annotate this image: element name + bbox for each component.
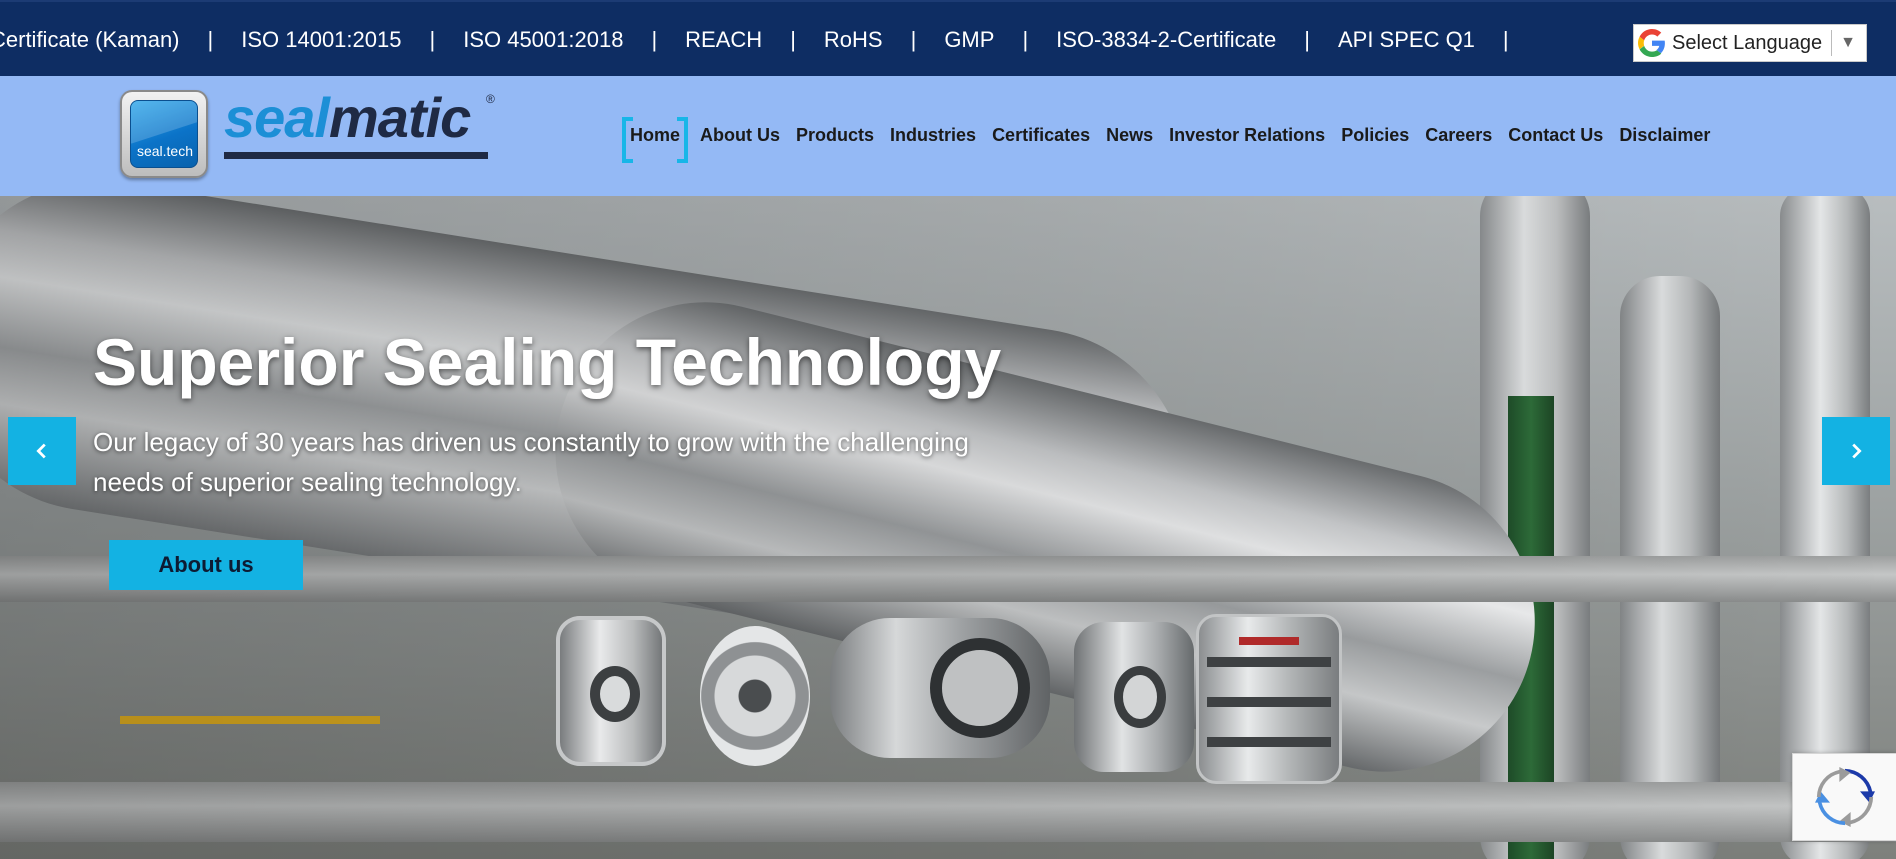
recaptcha-badge[interactable]	[1792, 753, 1896, 841]
seal-ring	[1114, 666, 1166, 728]
language-select[interactable]: Select Language ▼	[1633, 24, 1867, 62]
certificate-separator: |	[790, 27, 796, 52]
hero-slider: Superior Sealing Technology Our legacy o…	[0, 196, 1896, 859]
logo-word-matic: matic	[329, 86, 471, 149]
nav-item-industries[interactable]: Industries	[890, 125, 976, 146]
certificate-separator: |	[1022, 27, 1029, 52]
nav-item-news[interactable]: News	[1106, 125, 1153, 146]
logo-badge-text: seal.tech	[136, 143, 194, 159]
certificate-item: ISO-3834-2-Certificate	[1056, 27, 1277, 52]
mechanical-seal-image	[1074, 622, 1194, 772]
certificate-separator: |	[207, 27, 214, 52]
seal-accent	[1239, 637, 1299, 645]
hero-overlay	[0, 196, 1896, 859]
certificate-separator: |	[429, 27, 436, 52]
nav-item-policies[interactable]: Policies	[1341, 125, 1409, 146]
chevron-right-icon	[1852, 443, 1862, 459]
mechanical-seal-image	[700, 626, 810, 766]
logo-badge-inner: seal.tech	[130, 100, 198, 168]
chevron-left-icon	[36, 443, 46, 459]
certificate-item: RoHS	[823, 27, 883, 52]
sealmatic-logo[interactable]: seal.tech sealmatic ®	[118, 86, 508, 182]
certificate-ticker-bar: Certificate (Kaman) | ISO 14001:2015 | ISO 4…	[0, 0, 1896, 76]
logo-word-seal: seal	[224, 86, 330, 149]
main-navigation: Home About Us Products Industries Certif…	[621, 116, 1726, 163]
certificate-item: ISO 14001:2015	[241, 27, 402, 52]
nav-item-contact-us[interactable]: Contact Us	[1508, 125, 1603, 146]
seal-band	[1207, 737, 1331, 747]
certificate-item: Certificate (Kaman)	[0, 27, 180, 52]
certificate-separator: |	[1304, 27, 1310, 52]
split-seal-image	[830, 618, 1050, 758]
seal-ring	[930, 638, 1030, 738]
hero-title: Superior Sealing Technology	[93, 325, 1002, 399]
logo-registered-mark: ®	[486, 92, 495, 106]
certificate-separator: |	[651, 27, 658, 52]
about-us-button[interactable]: About us	[109, 540, 303, 590]
logo-badge: seal.tech	[120, 90, 208, 178]
certificate-separator: |	[910, 27, 917, 52]
google-icon	[1638, 29, 1665, 57]
mechanical-seal-image	[556, 616, 666, 766]
certificate-ticker-track: Certificate (Kaman) | ISO 14001:2015 | ISO 4…	[0, 2, 1537, 76]
nav-item-certificates[interactable]: Certificates	[992, 125, 1090, 146]
nav-item-investor-relations[interactable]: Investor Relations	[1169, 125, 1325, 146]
certificate-item: API SPEC Q1	[1337, 27, 1475, 52]
nav-item-careers[interactable]: Careers	[1425, 125, 1492, 146]
language-select-divider	[1831, 30, 1833, 56]
certificate-ticker: Certificate (Kaman) | ISO 14001:2015 | ISO 4…	[0, 2, 1620, 76]
chevron-down-icon: ▼	[1840, 34, 1856, 51]
seal-band	[1207, 697, 1331, 707]
logo-badge-shine	[131, 101, 197, 144]
nav-item-products[interactable]: Products	[796, 125, 874, 146]
nav-item-home[interactable]: Home	[621, 116, 689, 163]
hero-subtitle: Our legacy of 30 years has driven us con…	[93, 427, 969, 497]
language-select-label: Select Language	[1672, 31, 1823, 54]
logo-wordmark: sealmatic	[224, 86, 471, 150]
seal-ring	[590, 666, 640, 722]
site-header: seal.tech sealmatic ® Home About Us Prod…	[0, 76, 1896, 196]
slider-next-button[interactable]	[1822, 417, 1890, 485]
certificate-item: ISO 45001:2018	[463, 27, 624, 52]
slider-prev-button[interactable]	[8, 417, 76, 485]
certificate-item: REACH	[685, 27, 763, 52]
nav-item-disclaimer[interactable]: Disclaimer	[1619, 125, 1710, 146]
recaptcha-icon	[1814, 767, 1875, 827]
certificate-separator: |	[1502, 27, 1509, 52]
seal-band	[1207, 657, 1331, 667]
logo-underline	[224, 152, 488, 159]
cartridge-seal-image	[1196, 614, 1342, 784]
certificate-item: GMP	[944, 27, 995, 52]
nav-item-about-us[interactable]: About Us	[700, 125, 780, 146]
